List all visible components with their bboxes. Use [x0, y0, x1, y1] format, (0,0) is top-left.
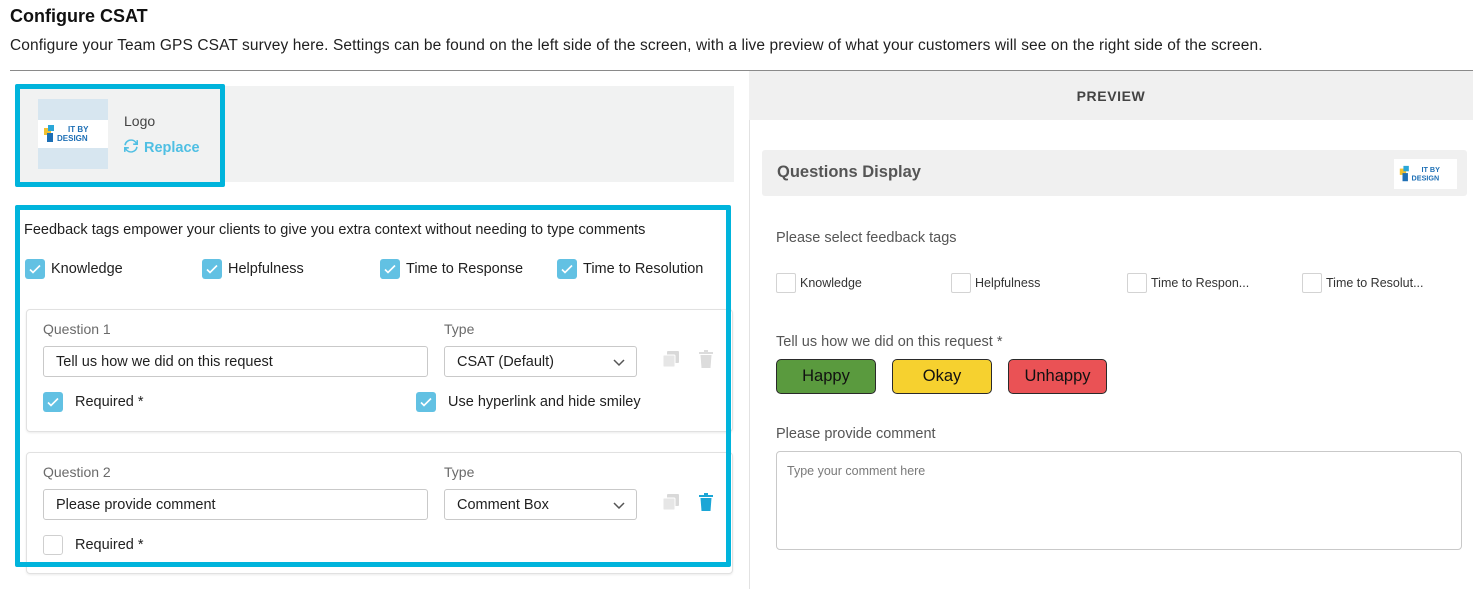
checkbox-unchecked-icon[interactable]: [951, 273, 971, 293]
page-title: Configure CSAT: [10, 6, 148, 26]
preview-tag-time-to-response[interactable]: Time to Respon...: [1127, 273, 1249, 293]
preview-question-2: Please provide comment: [776, 426, 936, 442]
logo-highlight-frame: [15, 84, 225, 187]
preview-tag-label: Time to Resolut...: [1326, 276, 1424, 290]
preview-tag-label: Time to Respon...: [1151, 276, 1250, 290]
happy-button[interactable]: Happy: [776, 359, 876, 394]
preview-tags-prompt: Please select feedback tags: [776, 230, 957, 246]
preview-tag-knowledge[interactable]: Knowledge: [776, 273, 862, 293]
preview-tag-label: Knowledge: [800, 276, 862, 290]
okay-button[interactable]: Okay: [892, 359, 992, 394]
checkbox-unchecked-icon[interactable]: [1127, 273, 1147, 293]
unhappy-button[interactable]: Unhappy: [1008, 359, 1107, 394]
preview-tag-helpfulness[interactable]: Helpfulness: [951, 273, 1040, 293]
comment-textarea[interactable]: Type your comment here: [776, 451, 1462, 550]
svg-text:DESIGN: DESIGN: [1411, 173, 1439, 182]
preview-header: PREVIEW: [749, 71, 1473, 120]
preview-question-1: Tell us how we did on this request *: [776, 334, 1003, 350]
preview-tag-label: Helpfulness: [975, 276, 1041, 290]
checkbox-unchecked-icon[interactable]: [776, 273, 796, 293]
feedback-highlight-frame: [15, 205, 731, 567]
preview-company-logo: IT BY DESIGN: [1394, 159, 1457, 189]
page-description: Configure your Team GPS CSAT survey here…: [10, 37, 1263, 54]
questions-display-title: Questions Display: [777, 163, 921, 181]
checkbox-unchecked-icon[interactable]: [1302, 273, 1322, 293]
preview-tag-time-to-resolution[interactable]: Time to Resolut...: [1302, 273, 1424, 293]
